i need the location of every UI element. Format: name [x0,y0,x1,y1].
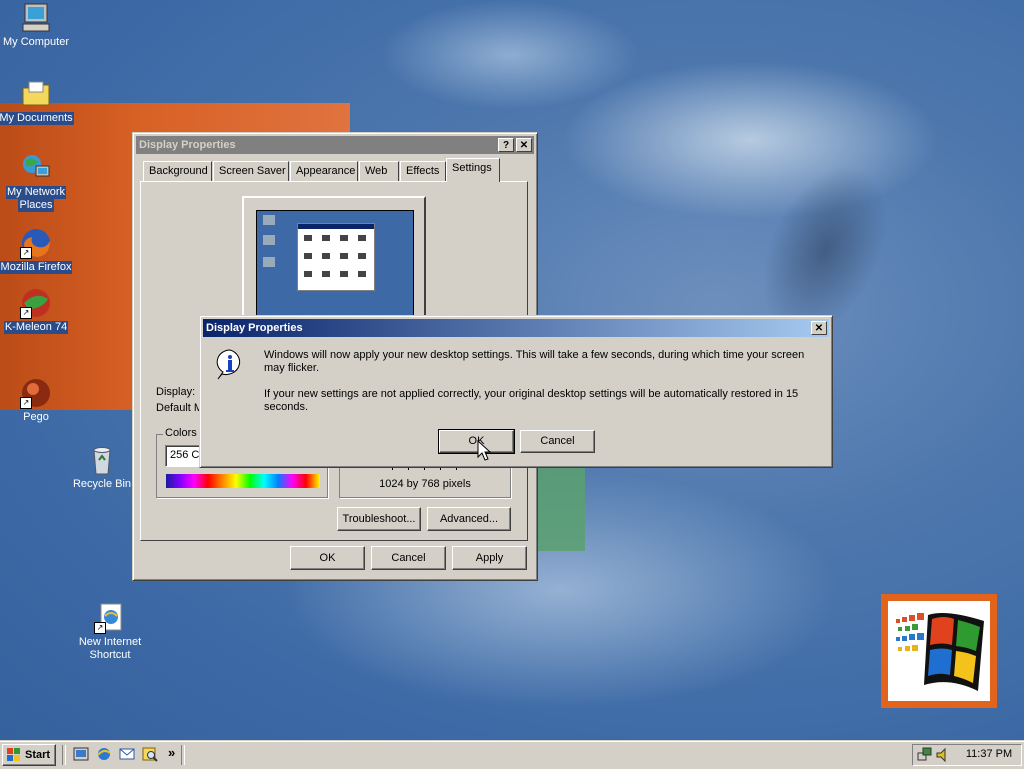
tab-web[interactable]: Web [359,161,399,181]
desktop-icon-recycle-bin[interactable]: Recycle Bin [62,444,142,491]
pego-icon: ↗ [20,377,52,409]
quicklaunch-more-button[interactable]: » [168,745,175,760]
mini-desktop-icon [263,257,275,267]
tab-screen-saver[interactable]: Screen Saver [213,161,289,181]
advanced-button[interactable]: Advanced... [427,507,511,531]
desktop-icon-my-documents[interactable]: My Documents [0,78,76,125]
desktop-icon-new-internet-shortcut[interactable]: ↗ New Internet Shortcut [70,602,150,662]
start-label: Start [25,749,51,761]
windows-flag-icon [896,613,984,691]
show-desktop-icon[interactable] [73,746,89,762]
internet-shortcut-icon: ↗ [94,602,126,634]
network-icon [20,152,52,184]
tab-background[interactable]: Background [143,161,212,181]
shortcut-arrow-icon: ↗ [20,307,32,319]
colors-label: Colors [163,427,199,439]
shortcut-arrow-icon: ↗ [20,397,32,409]
troubleshoot-button[interactable]: Troubleshoot... [337,507,421,531]
dialog-message-2: If your new settings are not applied cor… [264,388,799,413]
taskbar: Start » 11:37 PM [0,740,1024,769]
confirm-dialog: Display Properties ✕ Windows will now ap… [199,315,833,468]
recycle-bin-icon [86,444,118,476]
mini-window-icons [304,235,366,277]
desktop-icon-my-computer[interactable]: My Computer [0,2,76,49]
ok-button[interactable]: OK [290,546,365,570]
help-button[interactable]: ? [498,138,514,152]
info-icon [214,348,246,380]
computer-icon [20,2,52,34]
apply-button[interactable]: Apply [452,546,527,570]
dialog-close-button[interactable]: ✕ [811,321,827,335]
sound-tray-icon[interactable] [935,747,951,763]
system-tray: 11:37 PM [912,744,1022,766]
start-button[interactable]: Start [2,744,56,766]
outlook-icon[interactable] [119,746,135,762]
clock[interactable]: 11:37 PM [959,748,1019,760]
dialog-message-1: Windows will now apply your new desktop … [264,349,805,374]
mini-desktop-icon [263,235,275,245]
ie-icon[interactable] [96,746,112,762]
display-label: Display: [156,386,196,398]
firefox-icon: ↗ [20,227,52,259]
dialog-cancel-button[interactable]: Cancel [520,430,595,453]
shortcut-arrow-icon: ↗ [20,247,32,259]
tab-settings[interactable]: Settings [446,158,500,182]
desktop-icon-k-meleon[interactable]: ↗ K-Meleon 74 [0,287,76,334]
search-icon[interactable] [142,746,158,762]
shortcut-arrow-icon: ↗ [94,622,106,634]
mouse-cursor-icon [477,439,492,465]
tab-effects[interactable]: Effects [400,161,446,181]
close-button[interactable]: ✕ [516,138,532,152]
taskbar-separator [181,745,185,765]
network-tray-icon[interactable] [917,747,933,763]
windows-logo-tile [881,594,997,708]
monitor-screen [256,210,414,332]
resolution-text: 1024 by 768 pixels [379,478,471,490]
window-titlebar[interactable]: Display Properties ? ✕ [136,136,534,154]
mini-desktop-icon [263,215,275,225]
taskbar-separator [62,745,66,765]
desktop-icon-pego[interactable]: ↗ Pego [0,377,76,424]
tab-appearance[interactable]: Appearance [290,161,358,181]
color-spectrum-bar [166,474,320,488]
cancel-button[interactable]: Cancel [371,546,446,570]
windows-start-icon [7,748,21,762]
kmeleon-icon: ↗ [20,287,52,319]
desktop-icon-mozilla-firefox[interactable]: ↗ Mozilla Firefox [0,227,76,274]
display-value: Default M [156,402,204,414]
dialog-titlebar[interactable]: Display Properties ✕ [203,319,829,337]
wallpaper-green-block [530,465,585,551]
folder-icon [20,78,52,110]
desktop-icon-my-network-places[interactable]: My Network Places [0,152,76,212]
mini-window [297,223,375,291]
